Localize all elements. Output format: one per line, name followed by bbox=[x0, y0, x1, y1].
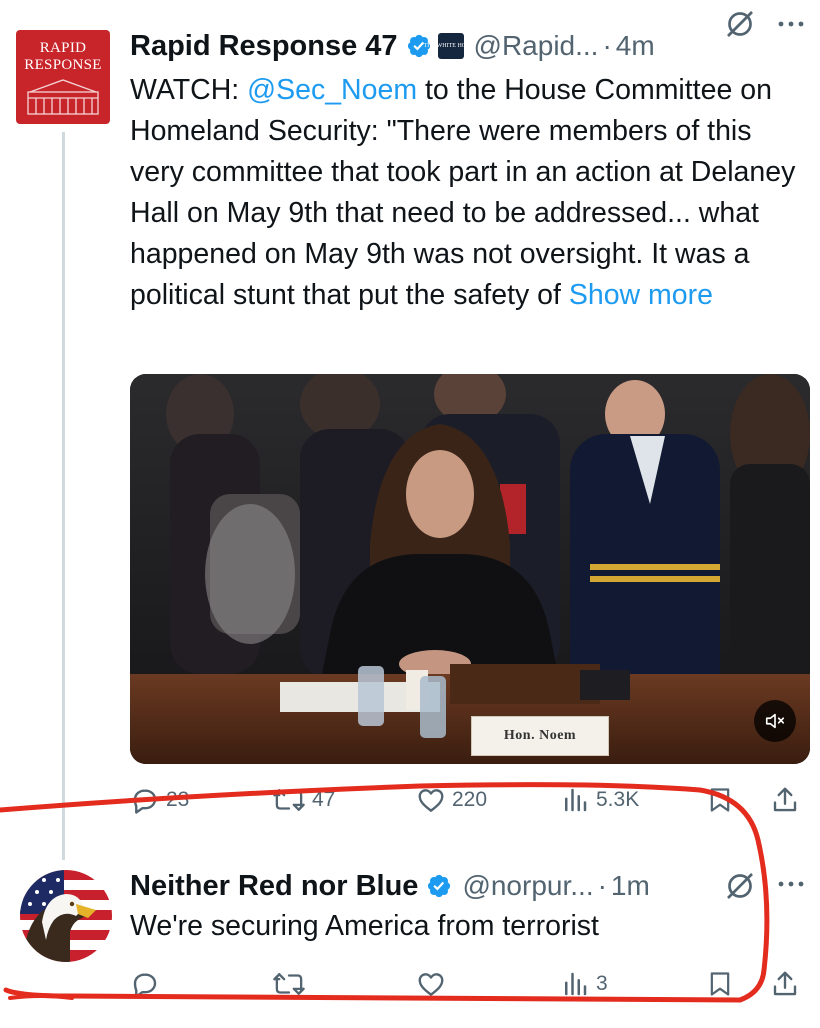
avatar-logo-text: RAPID RESPONSE bbox=[24, 40, 102, 73]
bookmark-button[interactable] bbox=[706, 780, 734, 820]
reply-button[interactable] bbox=[130, 964, 166, 1004]
main-tweet[interactable]: RAPID RESPONSE Rapid Response 47 THE WHI… bbox=[0, 0, 820, 860]
more-options-icon[interactable] bbox=[776, 874, 806, 894]
speaker-muted-icon bbox=[765, 713, 785, 729]
repost-button[interactable]: 47 bbox=[272, 780, 335, 820]
share-button[interactable] bbox=[770, 780, 800, 820]
reply-button[interactable]: 23 bbox=[130, 780, 189, 820]
tweet-text-prefix: WATCH: bbox=[130, 74, 248, 106]
tweet-header: Neither Red nor Blue @norpur... · 1m bbox=[130, 866, 650, 906]
share-icon bbox=[773, 787, 797, 812]
tweet-header: Rapid Response 47 THE WHITE HOUSE @Rapid… bbox=[130, 26, 655, 66]
bookmark-icon bbox=[710, 972, 730, 996]
reply-tweet[interactable]: Neither Red nor Blue @norpur... · 1m We'… bbox=[0, 860, 820, 1028]
repost-count: 47 bbox=[312, 788, 336, 811]
eagle-flag-avatar-image bbox=[20, 870, 112, 962]
reply-icon bbox=[133, 789, 157, 814]
avatar[interactable]: RAPID RESPONSE bbox=[16, 30, 110, 124]
timestamp[interactable]: 4m bbox=[616, 30, 655, 62]
timestamp[interactable]: 1m bbox=[611, 870, 650, 902]
avatar[interactable] bbox=[20, 870, 112, 962]
action-bar: 23 47 220 5.3K bbox=[130, 780, 810, 820]
display-name[interactable]: Rapid Response 47 bbox=[130, 30, 398, 63]
repost-icon bbox=[273, 789, 305, 811]
video-player[interactable]: Hon. Noem bbox=[130, 374, 810, 764]
bookmark-icon bbox=[710, 788, 730, 812]
like-count: 220 bbox=[452, 788, 488, 811]
view-count: 5.3K bbox=[596, 788, 640, 811]
views-chart-icon bbox=[565, 972, 587, 996]
more-options-icon[interactable] bbox=[776, 14, 806, 34]
view-count: 3 bbox=[596, 972, 608, 995]
white-house-icon bbox=[27, 79, 99, 115]
tweet-text-body: to the House Committee on Homeland Secur… bbox=[130, 74, 796, 311]
views-button[interactable]: 5.3K bbox=[560, 780, 639, 820]
like-button[interactable] bbox=[416, 964, 452, 1004]
share-icon bbox=[773, 971, 797, 996]
reply-count: 23 bbox=[166, 788, 190, 811]
heart-icon bbox=[418, 973, 444, 996]
tweet-text: WATCH: @Sec_Noem to the House Committee … bbox=[130, 70, 810, 316]
action-bar: 3 bbox=[130, 964, 810, 1004]
separator-dot: · bbox=[602, 30, 612, 61]
verified-badge-icon[interactable] bbox=[426, 873, 452, 899]
grok-icon[interactable] bbox=[722, 868, 758, 904]
tweet-text: We're securing America from terrorist bbox=[130, 910, 599, 942]
affiliation-badge[interactable]: THE WHITE HOUSE bbox=[424, 33, 477, 59]
grok-icon[interactable] bbox=[722, 6, 758, 42]
repost-icon bbox=[273, 973, 305, 995]
handle[interactable]: @norpur... bbox=[462, 870, 593, 902]
display-name[interactable]: Neither Red nor Blue bbox=[130, 870, 418, 903]
video-frame bbox=[130, 374, 810, 764]
affiliation-badge-text: THE WHITE HOUSE bbox=[423, 42, 478, 49]
views-button[interactable]: 3 bbox=[560, 964, 608, 1004]
nameplate: Hon. Noem bbox=[471, 716, 609, 756]
bookmark-button[interactable] bbox=[706, 964, 734, 1004]
mute-button[interactable] bbox=[754, 700, 796, 742]
separator-dot: · bbox=[597, 870, 607, 901]
views-chart-icon bbox=[565, 788, 587, 812]
share-button[interactable] bbox=[770, 964, 800, 1004]
heart-icon bbox=[418, 789, 444, 812]
handle[interactable]: @Rapid... bbox=[474, 30, 599, 62]
show-more-link[interactable]: Show more bbox=[569, 279, 713, 311]
repost-button[interactable] bbox=[272, 964, 312, 1004]
mention-link[interactable]: @Sec_Noem bbox=[247, 74, 417, 106]
thread-connector-line bbox=[62, 132, 65, 860]
like-button[interactable]: 220 bbox=[416, 780, 487, 820]
reply-icon bbox=[133, 973, 157, 998]
